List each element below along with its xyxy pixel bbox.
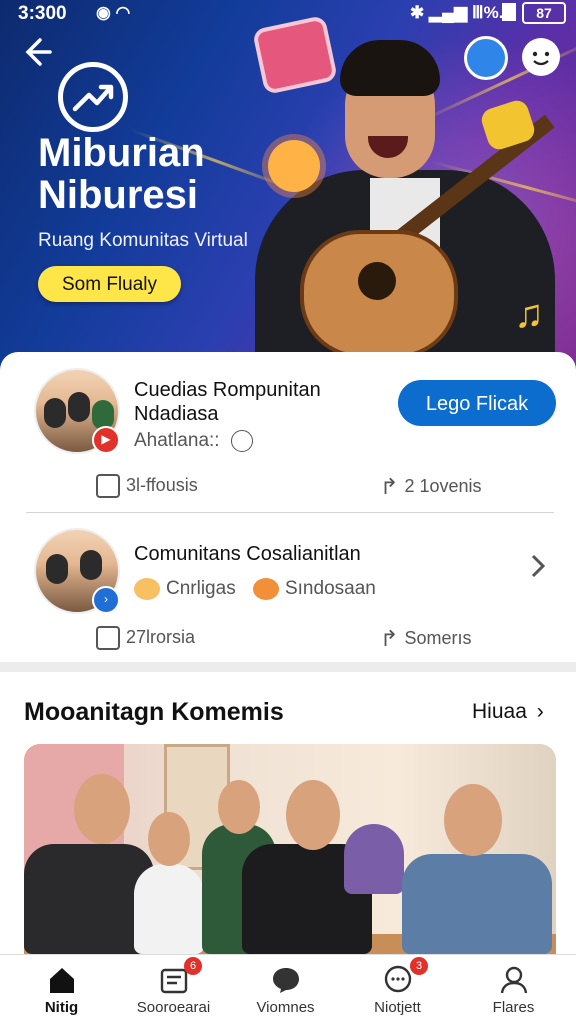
share-arrow-icon: ↱ — [380, 626, 399, 651]
status-time: 3:300 — [18, 3, 67, 24]
hero-title-line2: Niburesi — [38, 173, 199, 217]
nav-label: Viomnes — [256, 999, 315, 1016]
avatar-person — [44, 398, 66, 428]
info-circle-icon — [230, 430, 253, 452]
avatar-person — [80, 550, 102, 580]
photo-person — [344, 824, 404, 894]
community-title-line1: Cuedias Rompunitan — [134, 379, 321, 401]
mascot-icon[interactable] — [464, 36, 508, 80]
signal-icon: ✱ ▂▄▆ Ⅲ%. — [410, 3, 504, 22]
photo-person-head — [286, 780, 340, 850]
community-tag: Sındosaan — [284, 578, 376, 600]
nav-label: Sooroearai — [136, 999, 211, 1016]
smile-face-icon[interactable] — [522, 38, 560, 76]
message-icon — [384, 965, 412, 993]
members-count: 3l-ffousis — [126, 474, 198, 495]
chevron-right-icon[interactable] — [528, 552, 548, 580]
character-sticker-icon — [251, 15, 339, 95]
battery-icon: 87 — [522, 2, 566, 24]
see-all-label: Hiuaa — [472, 700, 527, 723]
share-stat[interactable]: ↱ 2 1ovenis — [380, 474, 482, 500]
bottom-navigation: Nitig 6 Sooroearai Viomnes 3 Niotjett Fl… — [0, 954, 576, 1025]
nav-item-search[interactable]: 6 Sooroearai — [116, 955, 231, 1025]
share-arrow-icon: ↱ — [380, 474, 399, 499]
sim-icon — [502, 3, 516, 21]
fox-emoji-icon — [252, 578, 279, 600]
section-title: Mooanitagn Komemis — [24, 698, 284, 726]
avatar-person — [68, 392, 90, 422]
notification-badge: 6 — [184, 957, 202, 975]
hero-subtitle: Ruang Komunitas Virtual — [38, 230, 248, 251]
photo-person-head — [148, 812, 190, 866]
community-tags: Cnrligas Sındosaan — [134, 578, 376, 600]
community-title-line2: Ndadiasa — [134, 403, 219, 425]
nav-item-videos[interactable]: Viomnes — [228, 955, 343, 1025]
notification-badge: 3 — [410, 957, 428, 975]
photo-person-head — [218, 780, 260, 834]
sun-face-sticker-icon — [268, 140, 320, 192]
community-subtitle-text: Ahatlana:: — [134, 430, 220, 452]
avatar-person — [46, 554, 68, 584]
wifi-icon: ◉ ◠ — [96, 3, 131, 22]
join-community-button[interactable]: Lego Flicak — [398, 380, 556, 426]
divider — [26, 512, 554, 513]
nav-item-home[interactable]: Nitig — [4, 955, 119, 1025]
guitar-soundhole — [358, 262, 396, 300]
back-arrow-icon[interactable] — [20, 36, 52, 68]
share-count: Somerıs — [404, 627, 472, 648]
chat-bubble-icon — [273, 968, 299, 993]
members-icon — [96, 626, 120, 650]
community-title[interactable]: Cuedias Rompunitan Ndadiasa — [134, 378, 321, 426]
music-note-icon: ♫ — [514, 292, 544, 336]
hero-title: Miburian Niburesi — [38, 132, 205, 216]
home-icon — [50, 968, 74, 993]
person-icon — [500, 966, 528, 994]
nav-item-notifications[interactable]: 3 Niotjett — [340, 955, 455, 1025]
photo-person-head — [444, 784, 502, 856]
chevron-right-icon: › — [536, 700, 544, 723]
play-badge-icon: ▶ — [92, 426, 120, 454]
person-hair — [340, 40, 440, 96]
section-see-all-link[interactable]: Hiuaa › — [472, 700, 544, 724]
check-badge-icon: › — [92, 586, 120, 614]
nav-item-profile[interactable]: Flares — [456, 955, 571, 1025]
nav-label: Nitig — [44, 999, 79, 1016]
photo-person — [402, 854, 552, 954]
community-tag: Cnrligas — [166, 578, 236, 600]
photo-person — [134, 864, 204, 954]
hero-title-line1: Miburian — [38, 131, 205, 175]
bear-emoji-icon — [134, 578, 160, 600]
hero-banner: 3:300 ◉ ◠ ✱ ▂▄▆ Ⅲ%. 87 Miburian Niburesi… — [0, 0, 576, 370]
members-stat: 27lrorsia — [96, 626, 195, 650]
share-stat[interactable]: ↱ Somerıs — [380, 626, 471, 652]
nav-label: Flares — [492, 999, 535, 1016]
members-stat: 3l-ffousis — [96, 474, 198, 498]
community-photo[interactable] — [24, 744, 556, 954]
hero-cta-button[interactable]: Som Flualy — [38, 266, 181, 302]
community-subtitle: Ahatlana:: — [134, 430, 253, 452]
nav-label: Niotjett — [374, 999, 421, 1016]
share-count: 2 1ovenis — [404, 475, 482, 496]
members-icon — [96, 474, 120, 498]
members-count: 27lrorsia — [126, 626, 196, 647]
trend-logo-icon — [58, 62, 128, 132]
community-title[interactable]: Comunitans Cosalianitlan — [134, 542, 361, 566]
photo-person-head — [74, 774, 130, 844]
